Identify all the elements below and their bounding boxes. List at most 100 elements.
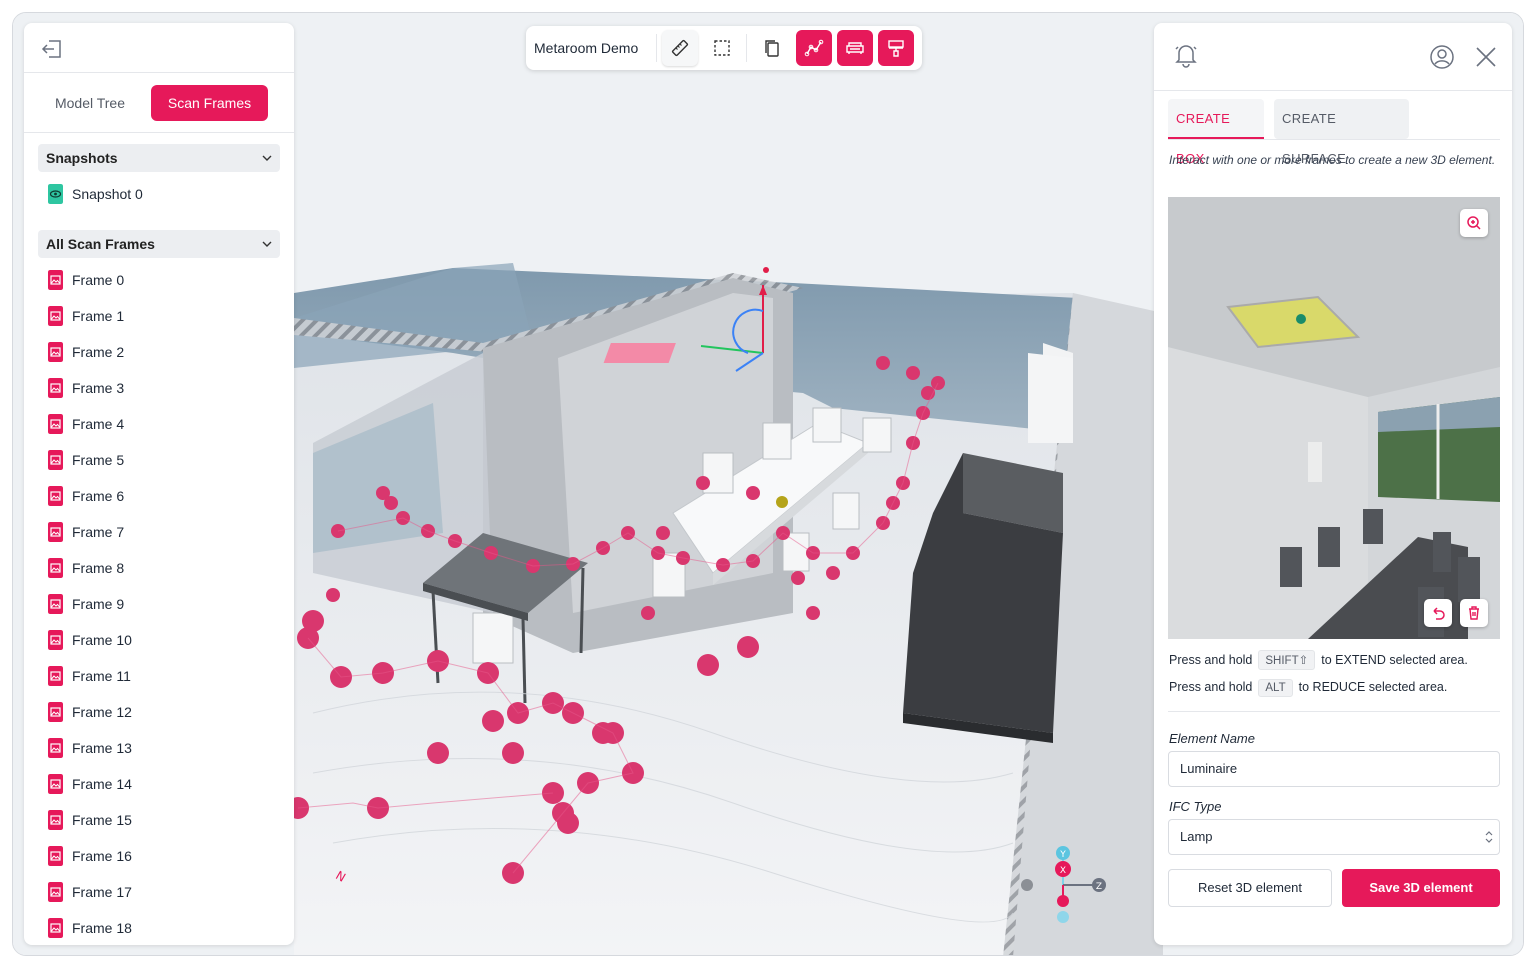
scan-frame-marker[interactable] [791,571,805,585]
shift-hint-suffix: to EXTEND selected area. [1321,653,1468,667]
frame-label: Frame 12 [72,704,132,720]
element-name-label: Element Name [1169,731,1255,746]
paint-button[interactable] [878,30,914,66]
scan-frame-marker[interactable] [641,606,655,620]
ruler-icon [671,39,689,57]
element-name-input[interactable]: Luminaire [1168,751,1500,787]
furniture-button[interactable] [837,30,873,66]
scan-frame-marker[interactable] [502,742,524,764]
scan-frame-marker[interactable] [906,366,920,380]
measure-button[interactable] [662,30,698,66]
frame-label: Frame 9 [72,596,125,612]
image-icon [48,666,63,686]
alt-hint: Press and hold ALT to REDUCE selected area… [1169,679,1447,697]
close-icon[interactable] [1472,43,1500,71]
image-icon [48,738,63,758]
gizmo-y-label: Y [1059,850,1066,860]
selection-icon [714,40,730,56]
room-photo[interactable] [1168,197,1500,639]
snapshots-section-header[interactable]: Snapshots [38,144,280,172]
copy-icon [765,40,779,57]
snapshot-label: Snapshot 0 [72,186,143,202]
reset-3d-element-button[interactable]: Reset 3D element [1168,869,1332,907]
image-icon [48,414,63,434]
scan-frames-header-label: All Scan Frames [46,236,155,252]
right-panel-header [1154,23,1512,91]
image-icon [48,594,63,614]
zoom-in-button[interactable] [1460,209,1488,237]
scan-frame-marker[interactable] [482,710,504,732]
ifc-type-value: Lamp [1180,829,1213,844]
scan-path-button[interactable] [796,30,832,66]
select-arrows-icon [1485,831,1493,843]
gizmo-z-label: Z [1096,882,1102,892]
frame-label: Frame 7 [72,524,125,540]
frame-label: Frame 2 [72,344,125,360]
shift-hint-prefix: Press and hold [1169,653,1253,667]
undo-icon [1433,607,1445,620]
undo-button[interactable] [1424,599,1452,627]
frame-label: Frame 17 [72,884,132,900]
snapshots-header-label: Snapshots [46,150,118,166]
scan-frame-marker[interactable] [557,812,579,834]
scan-frame-marker[interactable] [656,526,670,540]
toolbar-divider [656,34,657,62]
scan-frame-marker[interactable] [876,356,890,370]
frame-label: Frame 1 [72,308,125,324]
scan-frame-image[interactable] [1168,197,1500,639]
image-icon [48,522,63,542]
image-icon [48,882,63,902]
section-divider [1168,711,1500,712]
axis-gizmo[interactable]: Y X Z [1021,843,1121,933]
frame-label: Frame 16 [72,848,132,864]
scan-frame-marker[interactable] [826,566,840,580]
tab-model-tree[interactable]: Model Tree [40,85,140,121]
left-panel-header [24,23,294,73]
alt-hint-prefix: Press and hold [1169,680,1253,694]
ifc-type-select[interactable]: Lamp [1168,819,1500,855]
user-account-icon[interactable] [1428,43,1456,71]
frame-label: Frame 14 [72,776,132,792]
chevron-down-icon [262,155,272,161]
toolbar-divider [746,34,747,62]
copy-button[interactable] [754,30,790,66]
bell-icon[interactable] [1172,41,1200,69]
frame-label: Frame 3 [72,380,125,396]
save-3d-element-button[interactable]: Save 3D element [1342,869,1500,907]
shift-hint: Press and hold SHIFT⇧ to EXTEND selected a… [1169,650,1468,670]
image-icon [48,450,63,470]
scan-frame-marker[interactable] [737,636,759,658]
frame-label: Frame 0 [72,272,125,288]
frame-label: Frame 6 [72,488,125,504]
scan-frames-section-header[interactable]: All Scan Frames [38,230,280,258]
scan-frame-marker[interactable] [384,496,398,510]
scan-frame-marker[interactable] [697,654,719,676]
image-icon [48,774,63,794]
delete-button[interactable] [1460,599,1488,627]
zoom-in-icon [1467,216,1481,230]
shift-key-badge: SHIFT⇧ [1258,650,1316,670]
left-panel-tabs: Model Tree Scan Frames [24,73,294,133]
scan-frame-marker[interactable] [806,606,820,620]
gizmo-x-label: X [1060,866,1066,876]
tab-scan-frames[interactable]: Scan Frames [151,85,268,121]
alt-hint-suffix: to REDUCE selected area. [1298,680,1448,694]
tab-create-box[interactable]: CREATE BOX [1168,99,1264,166]
scan-frame-marker[interactable] [427,742,449,764]
select-area-button[interactable] [704,30,740,66]
chevron-down-icon [262,241,272,247]
scan-frame-marker[interactable] [746,486,760,500]
right-panel: CREATE BOX CREATE SURFACE Interact with … [1154,23,1512,945]
scan-frame-marker[interactable] [326,588,340,602]
frame-label: Frame 11 [72,668,131,684]
image-icon [48,378,63,398]
ifc-type-label: IFC Type [1169,799,1222,814]
scan-frame-marker[interactable] [696,476,710,490]
eye-icon[interactable] [48,184,63,204]
exit-icon[interactable] [40,37,64,61]
scan-frame-marker[interactable] [592,722,614,744]
create-box-description: Interact with one or more frames to crea… [1169,153,1496,167]
scan-frame-marker[interactable] [302,610,324,632]
alt-key-badge: ALT [1258,679,1293,697]
tab-create-surface[interactable]: CREATE SURFACE [1274,99,1409,166]
